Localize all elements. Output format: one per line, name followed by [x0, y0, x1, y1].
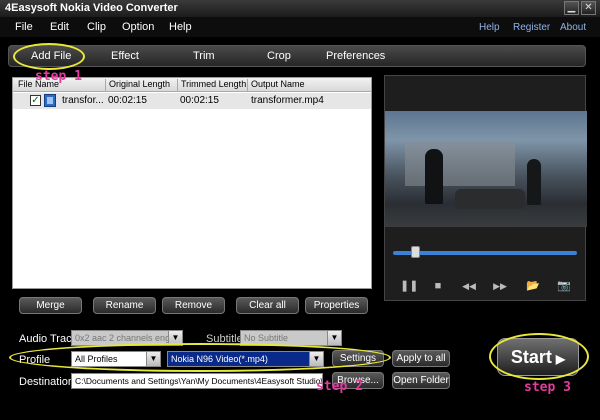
row-original-length: 00:02:15 [108, 95, 147, 106]
close-button[interactable]: ✕ [581, 1, 596, 15]
window-title: 4Easysoft Nokia Video Converter [5, 2, 178, 14]
crop-tab[interactable]: Crop [267, 50, 291, 62]
chevron-down-icon: ▼ [327, 331, 341, 345]
rewind-icon[interactable]: ◀◀ [462, 279, 476, 293]
register-link[interactable]: Register [513, 22, 550, 33]
seek-handle[interactable] [411, 246, 421, 258]
forward-icon[interactable]: ▶▶ [493, 279, 507, 293]
destination-label: Destination [19, 376, 75, 388]
pause-icon[interactable]: ❚❚ [400, 279, 418, 293]
subtitle-value: No Subtitle [244, 333, 289, 343]
row-trimmed-length: 00:02:15 [180, 95, 219, 106]
video-file-icon [44, 94, 56, 107]
folder-icon[interactable]: 📂 [526, 279, 540, 293]
preview-panel: ❚❚ ■ ◀◀ ▶▶ 📂 📷 [384, 75, 587, 301]
video-scene-car [455, 189, 525, 209]
col-trimmed-length[interactable]: Trimmed Length [177, 79, 246, 91]
minimize-button[interactable]: ▁ [564, 1, 579, 15]
seek-bar[interactable] [393, 251, 577, 255]
title-bar: 4Easysoft Nokia Video Converter ▁ ✕ [0, 0, 600, 17]
file-list-panel: File Name Original Length Trimmed Length… [12, 77, 372, 289]
video-preview [385, 111, 587, 227]
clear-all-button[interactable]: Clear all [236, 297, 299, 314]
profile-highlight [9, 343, 391, 372]
menu-clip[interactable]: Clip [87, 21, 106, 33]
col-output-name[interactable]: Output Name [247, 79, 373, 91]
menu-help[interactable]: Help [169, 21, 192, 33]
stop-icon[interactable]: ■ [431, 279, 445, 293]
snapshot-icon[interactable]: 📷 [557, 279, 571, 293]
row-file-name: transfor... [62, 95, 104, 106]
start-highlight [489, 333, 589, 380]
effect-tab[interactable]: Effect [111, 50, 139, 62]
video-scene-figure [425, 149, 443, 204]
video-scene-building [405, 141, 515, 186]
row-output-name: transformer.mp4 [251, 95, 324, 106]
menu-bar: File Edit Clip Option Help Help Register… [0, 17, 600, 37]
about-link[interactable]: About [560, 22, 586, 33]
rename-button[interactable]: Rename [93, 297, 156, 314]
video-scene-figure [527, 159, 541, 205]
destination-input[interactable]: C:\Documents and Settings\Yan\My Documen… [71, 373, 323, 389]
menu-edit[interactable]: Edit [50, 21, 69, 33]
open-folder-button[interactable]: Open Folder [392, 372, 450, 389]
step-1-label: step 1 [35, 69, 82, 84]
step-3-label: step 3 [524, 380, 571, 395]
audio-track-value: 0x2 aac 2 channels eng [75, 333, 171, 343]
apply-to-all-button[interactable]: Apply to all [392, 350, 450, 367]
add-file-highlight [13, 43, 85, 70]
row-checkbox[interactable]: ✓ [30, 95, 41, 106]
table-row[interactable]: ✓ transfor... 00:02:15 00:02:15 transfor… [13, 93, 371, 109]
main-toolbar: Add File Effect Trim Crop Preferences [8, 45, 586, 67]
step-2-label: step 2 [316, 379, 363, 394]
help-link[interactable]: Help [479, 22, 500, 33]
properties-button[interactable]: Properties [305, 297, 368, 314]
col-original-length[interactable]: Original Length [105, 79, 170, 91]
trim-tab[interactable]: Trim [193, 50, 215, 62]
audio-track-label: Audio Track [19, 333, 78, 345]
merge-button[interactable]: Merge [19, 297, 82, 314]
menu-option[interactable]: Option [122, 21, 154, 33]
menu-file[interactable]: File [15, 21, 33, 33]
remove-button[interactable]: Remove [162, 297, 225, 314]
preferences-tab[interactable]: Preferences [326, 50, 385, 62]
